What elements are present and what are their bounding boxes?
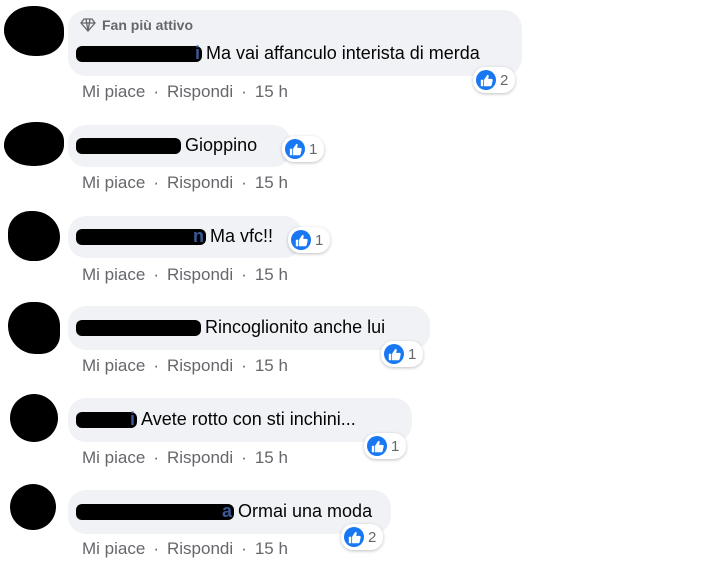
reaction-count[interactable]: 1 [282, 136, 325, 162]
comment-text: Ma vai affanculo interista di merda [206, 43, 480, 63]
reply-button[interactable]: Rispondi [167, 448, 233, 468]
avatar[interactable] [8, 211, 60, 261]
avatar[interactable] [10, 394, 58, 442]
comment-text: Rincoglionito anche lui [205, 317, 386, 337]
timestamp[interactable]: 15 h [255, 82, 288, 102]
thumbs-up-icon [367, 436, 387, 456]
separator: · [241, 539, 247, 558]
avatar[interactable] [4, 122, 64, 166]
avatar[interactable] [8, 302, 60, 354]
comment-bubble: Pablo Guerren Ma vfc!! [68, 216, 302, 258]
like-button[interactable]: Mi piace [82, 265, 145, 285]
reaction-number: 1 [309, 140, 318, 158]
reaction-number: 1 [315, 231, 324, 249]
comment-author[interactable]: Marco Boltoni [76, 43, 203, 64]
comment-bubble: Antonio Marianoa Ormai una moda [68, 490, 391, 534]
thumbs-up-icon [476, 70, 496, 90]
timestamp[interactable]: 15 h [255, 356, 288, 376]
reaction-count[interactable]: 1 [364, 433, 407, 459]
comment-text: Ma vfc!! [210, 226, 274, 246]
comment-bubble: Iacopo Senter Rincoglionito anche lui [68, 306, 430, 350]
reply-button[interactable]: Rispondi [167, 173, 233, 193]
reply-button[interactable]: Rispondi [167, 539, 233, 559]
comment-author[interactable]: Iacopo Senter [76, 317, 202, 338]
comment-author[interactable]: Gianlii [76, 409, 138, 430]
comment-bubble: Fan più attivo Marco Boltoni Ma vai affa… [68, 10, 522, 76]
comment-text: Gioppino [185, 135, 258, 155]
like-button[interactable]: Mi piace [82, 82, 145, 102]
separator: · [241, 448, 247, 467]
separator: · [241, 356, 247, 375]
separator: · [241, 82, 247, 101]
reply-button[interactable]: Rispondi [167, 356, 233, 376]
separator: · [241, 265, 247, 284]
reaction-count[interactable]: 1 [288, 227, 331, 253]
timestamp[interactable]: 15 h [255, 173, 288, 193]
separator: · [153, 539, 159, 558]
like-button[interactable]: Mi piace [82, 448, 145, 468]
top-fan-badge[interactable]: Fan più attivo [80, 17, 193, 33]
reaction-count[interactable]: 2 [473, 67, 516, 93]
separator: · [153, 448, 159, 467]
comment-author[interactable]: Antonio Marianoa [76, 501, 235, 522]
reaction-count[interactable]: 1 [381, 341, 424, 367]
comment-author[interactable]: Enea Bolrai [76, 135, 182, 156]
reaction-count[interactable]: 2 [341, 524, 384, 550]
reaction-number: 1 [408, 345, 417, 363]
like-button[interactable]: Mi piace [82, 173, 145, 193]
comment-author[interactable]: Pablo Guerren [76, 226, 207, 247]
timestamp[interactable]: 15 h [255, 539, 288, 559]
thumbs-up-icon [285, 139, 305, 159]
thumbs-up-icon [384, 344, 404, 364]
like-button[interactable]: Mi piace [82, 356, 145, 376]
diamond-icon [80, 18, 96, 32]
timestamp[interactable]: 15 h [255, 265, 288, 285]
reaction-number: 2 [368, 528, 377, 546]
separator: · [241, 173, 247, 192]
thumbs-up-icon [291, 230, 311, 250]
separator: · [153, 173, 159, 192]
thumbs-up-icon [344, 527, 364, 547]
badge-label: Fan più attivo [102, 17, 193, 33]
comment-text: Avete rotto con sti inchini... [141, 409, 356, 429]
timestamp[interactable]: 15 h [255, 448, 288, 468]
comment-bubble: Gianlii Avete rotto con sti inchini... [68, 398, 412, 442]
separator: · [153, 265, 159, 284]
comment-bubble: Enea Bolrai Gioppino [68, 125, 291, 167]
comment-text: Ormai una moda [238, 501, 373, 521]
separator: · [153, 82, 159, 101]
avatar[interactable] [4, 6, 64, 56]
reaction-number: 2 [500, 71, 509, 89]
like-button[interactable]: Mi piace [82, 539, 145, 559]
reply-button[interactable]: Rispondi [167, 265, 233, 285]
reaction-number: 1 [391, 437, 400, 455]
reply-button[interactable]: Rispondi [167, 82, 233, 102]
separator: · [153, 356, 159, 375]
avatar[interactable] [10, 484, 56, 530]
